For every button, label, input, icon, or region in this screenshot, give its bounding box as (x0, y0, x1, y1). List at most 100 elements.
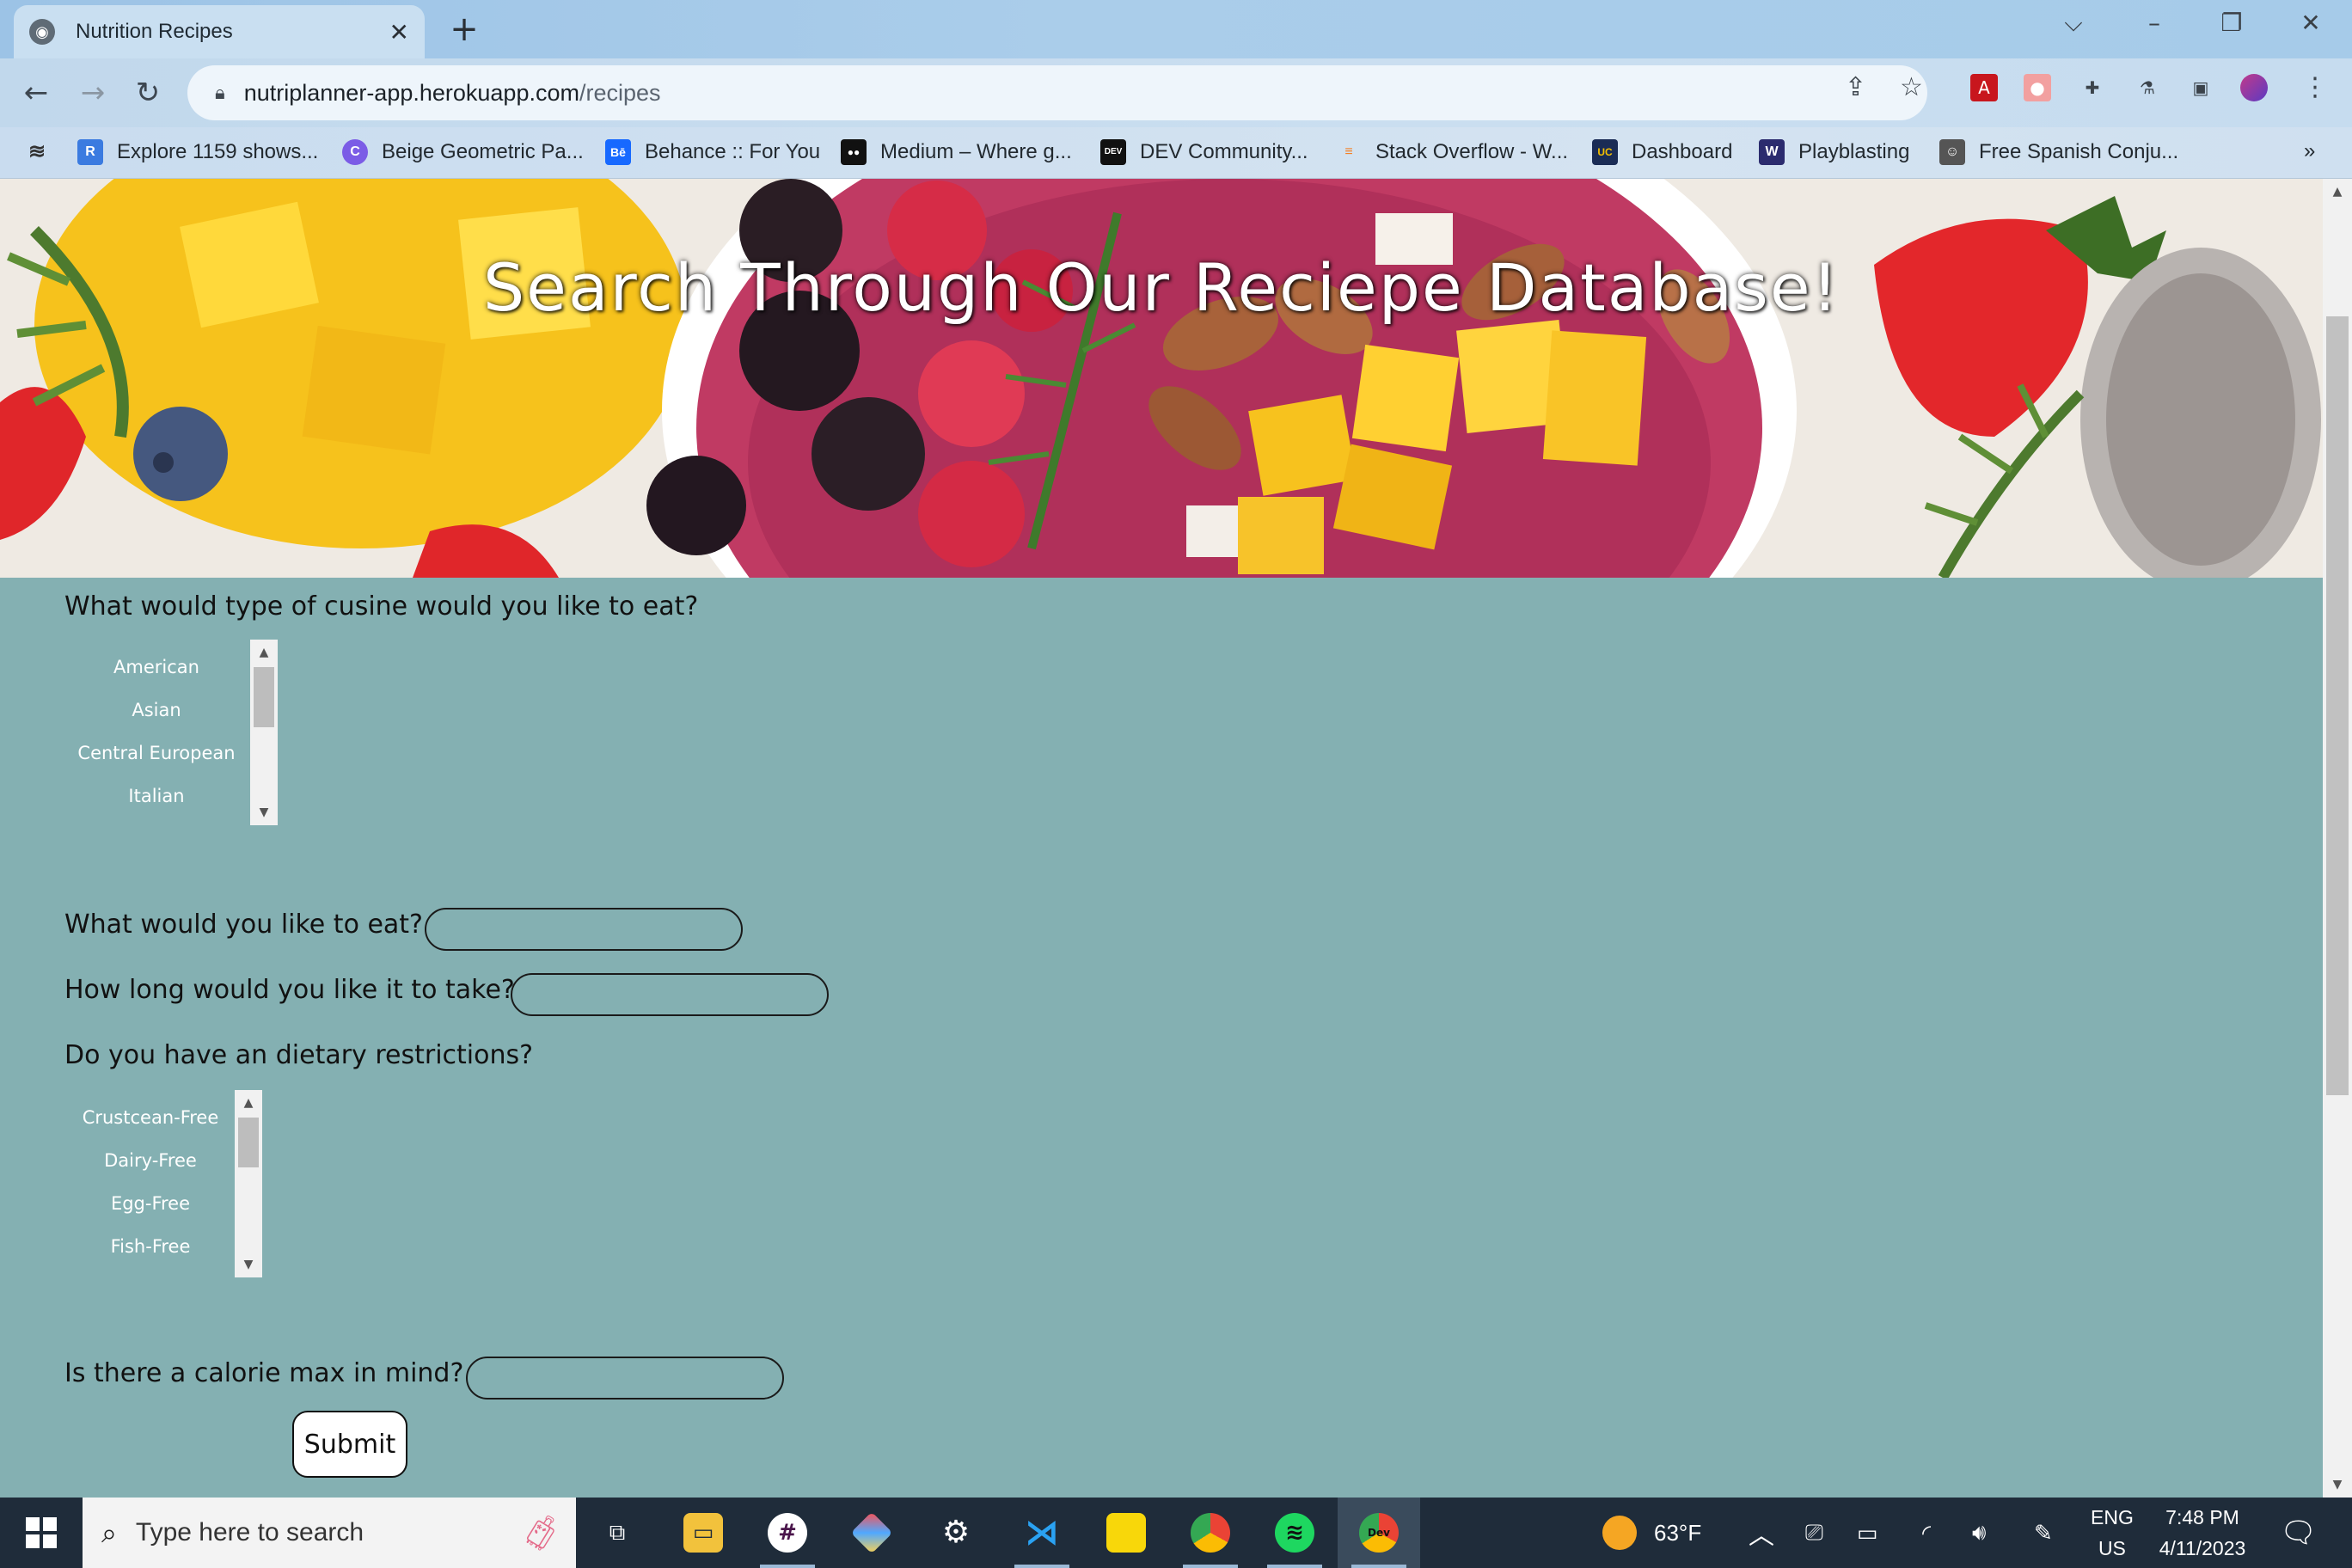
scroll-thumb[interactable] (238, 1118, 259, 1167)
cuisine-option[interactable]: American (64, 657, 248, 677)
weather-temperature: 63°F (1654, 1519, 1702, 1546)
scroll-down-icon[interactable]: ▼ (2323, 1472, 2352, 1498)
forward-arrow-icon[interactable]: → (72, 72, 113, 113)
bookmark-item[interactable]: UC Dashboard (1592, 139, 1732, 165)
bookmark-star-icon[interactable]: ☆ (1900, 72, 1923, 102)
browser-tab[interactable]: ◉ Nutrition Recipes ✕ (14, 5, 425, 58)
fruit-bowl-image (0, 179, 2323, 578)
share-icon[interactable]: ⇪ (1845, 72, 1866, 102)
web-page: Search Through Our Reciepe Database! Wha… (0, 179, 2323, 1498)
time-input[interactable] (511, 973, 829, 1016)
bookmark-item[interactable]: C Beige Geometric Pa... (342, 139, 584, 165)
windows-taskbar: ⌕ Type here to search 🧳︎ ⧉ ▭ # ⚙ ⋊ ≋ Dev… (0, 1498, 2352, 1568)
diamond-app-icon[interactable] (830, 1498, 913, 1568)
diet-option[interactable]: Fish-Free (64, 1236, 236, 1257)
chrome-icon[interactable] (1169, 1498, 1252, 1568)
calorie-max-input[interactable] (466, 1357, 784, 1400)
settings-gear-icon[interactable]: ⚙ (915, 1498, 997, 1568)
screen: ◉ Nutrition Recipes ✕ + ⌵ – ❐ ✕ ← → ↻ 🔒︎… (0, 0, 2352, 1568)
wifi-icon[interactable]: ◜ (1922, 1498, 1931, 1568)
apps-icon[interactable]: ≋ (24, 139, 64, 165)
scroll-thumb[interactable] (254, 667, 274, 727)
cuisine-option[interactable]: Italian (64, 786, 248, 806)
submit-button[interactable]: Submit (292, 1411, 407, 1478)
url-text[interactable]: nutriplanner-app.herokuapp.com/recipes (244, 80, 661, 107)
hero-title: Search Through Our Reciepe Database! (482, 249, 1841, 326)
bookmark-item[interactable]: R Explore 1159 shows... (77, 139, 318, 165)
back-arrow-icon[interactable]: ← (15, 72, 57, 113)
battery-icon[interactable]: ▭ (1857, 1498, 1878, 1568)
browser-titlebar: ◉ Nutrition Recipes ✕ + ⌵ – ❐ ✕ (0, 0, 2352, 58)
clock[interactable]: 7:48 PM 4/11/2023 (2149, 1498, 2256, 1568)
diet-option[interactable]: Egg-Free (64, 1193, 236, 1214)
profile-avatar[interactable] (2240, 74, 2268, 101)
calorie-question-label: Is there a calorie max in mind? (64, 1358, 464, 1388)
record-extension-icon[interactable]: ● (2024, 74, 2051, 101)
diet-listbox-scrollbar[interactable]: ▲ ▼ (235, 1090, 262, 1277)
food-search-input[interactable] (425, 908, 743, 951)
vscode-icon[interactable]: ⋊ (1001, 1498, 1083, 1568)
labs-flask-icon[interactable]: ⚗ (2134, 74, 2161, 101)
minimize-icon[interactable]: – (2128, 9, 2180, 43)
chrome-dev-icon[interactable]: Dev (1338, 1498, 1420, 1568)
meet-now-icon[interactable]: ⎚ (1805, 1498, 1823, 1568)
scroll-up-icon[interactable]: ▲ (235, 1090, 262, 1116)
spotify-icon[interactable]: ≋ (1253, 1498, 1336, 1568)
task-view-icon[interactable]: ⧉ (576, 1498, 658, 1568)
pen-icon[interactable]: ✎ (2034, 1498, 2053, 1568)
volume-icon[interactable]: 🔊︎ (1972, 1498, 1986, 1568)
chevron-up-icon[interactable]: ︿ (1749, 1498, 1774, 1568)
reload-icon[interactable]: ↻ (127, 72, 168, 113)
extensions-puzzle-icon[interactable]: ✚ (2079, 74, 2106, 101)
language-indicator[interactable]: ENG US (2091, 1498, 2134, 1568)
diet-listbox[interactable]: Crustcean-Free Dairy-Free Egg-Free Fish-… (64, 1090, 264, 1277)
cuisine-listbox-scrollbar[interactable]: ▲ ▼ (250, 640, 278, 825)
search-icon: ⌕ (101, 1516, 117, 1549)
cuisine-option[interactable]: Asian (64, 700, 248, 720)
scroll-down-icon[interactable]: ▼ (235, 1252, 262, 1277)
bookmark-item[interactable]: ≡ Stack Overflow - W... (1336, 139, 1568, 165)
bookmark-item[interactable]: DEV DEV Community... (1100, 139, 1308, 165)
sticky-notes-icon[interactable] (1085, 1498, 1167, 1568)
search-highlight-icon: 🧳︎ (518, 1513, 562, 1553)
scroll-up-icon[interactable]: ▲ (2323, 179, 2352, 205)
bookmark-item[interactable]: ☺ Free Spanish Conju... (1939, 139, 2178, 165)
globe-icon: ◉ (29, 19, 55, 45)
cuisine-listbox[interactable]: American Asian Central European Italian … (64, 640, 278, 825)
bookmark-item[interactable]: Bē Behance :: For You (605, 139, 820, 165)
diet-question-label: Do you have an dietary restrictions? (64, 1040, 534, 1070)
clock-time: 7:48 PM (2165, 1506, 2239, 1528)
slack-icon[interactable]: # (746, 1498, 829, 1568)
bookmarks-bar: ≋ R Explore 1159 shows... C Beige Geometri… (0, 127, 2352, 179)
taskbar-search-placeholder: Type here to search (135, 1518, 364, 1547)
notification-icon[interactable]: 🗨︎ (2280, 1498, 2317, 1568)
cuisine-option[interactable]: Central European (64, 743, 248, 763)
time-question-label: How long would you like it to take? (64, 975, 515, 1005)
taskbar-search-box[interactable]: ⌕ Type here to search 🧳︎ (83, 1498, 576, 1568)
file-explorer-icon[interactable]: ▭ (662, 1498, 744, 1568)
diet-option[interactable]: Crustcean-Free (64, 1107, 236, 1128)
restore-icon[interactable]: ❐ (2206, 9, 2257, 43)
close-tab-icon[interactable]: ✕ (389, 18, 409, 46)
weather-widget[interactable]: 63°F (1602, 1498, 1701, 1568)
lock-icon: 🔒︎ (215, 82, 225, 104)
new-tab-button[interactable]: + (445, 10, 483, 48)
more-bookmarks-chevron-icon[interactable]: » (2304, 139, 2315, 163)
start-button[interactable] (0, 1498, 83, 1568)
acrobat-extension-icon[interactable]: A (1970, 74, 1998, 101)
diet-option[interactable]: Dairy-Free (64, 1150, 236, 1171)
bookmark-item[interactable]: W Playblasting (1759, 139, 1909, 165)
scroll-up-icon[interactable]: ▲ (250, 640, 278, 665)
address-bar[interactable]: 🔒︎ nutriplanner-app.herokuapp.com/recipe… (187, 65, 1927, 120)
sun-icon (1602, 1516, 1637, 1550)
windows-logo-icon (26, 1517, 57, 1548)
side-panel-icon[interactable]: ▣ (2187, 74, 2214, 101)
page-scrollbar[interactable]: ▲ ▼ (2323, 179, 2352, 1498)
close-window-icon[interactable]: ✕ (2285, 9, 2337, 43)
page-scroll-thumb[interactable] (2326, 316, 2349, 1095)
tab-search-chevron-icon[interactable]: ⌵ (2048, 9, 2099, 43)
bookmark-item[interactable]: ●● Medium – Where g... (841, 139, 1072, 165)
tab-title: Nutrition Recipes (76, 20, 233, 43)
scroll-down-icon[interactable]: ▼ (250, 799, 278, 825)
menu-kebab-icon[interactable]: ⋮ (2302, 72, 2328, 102)
